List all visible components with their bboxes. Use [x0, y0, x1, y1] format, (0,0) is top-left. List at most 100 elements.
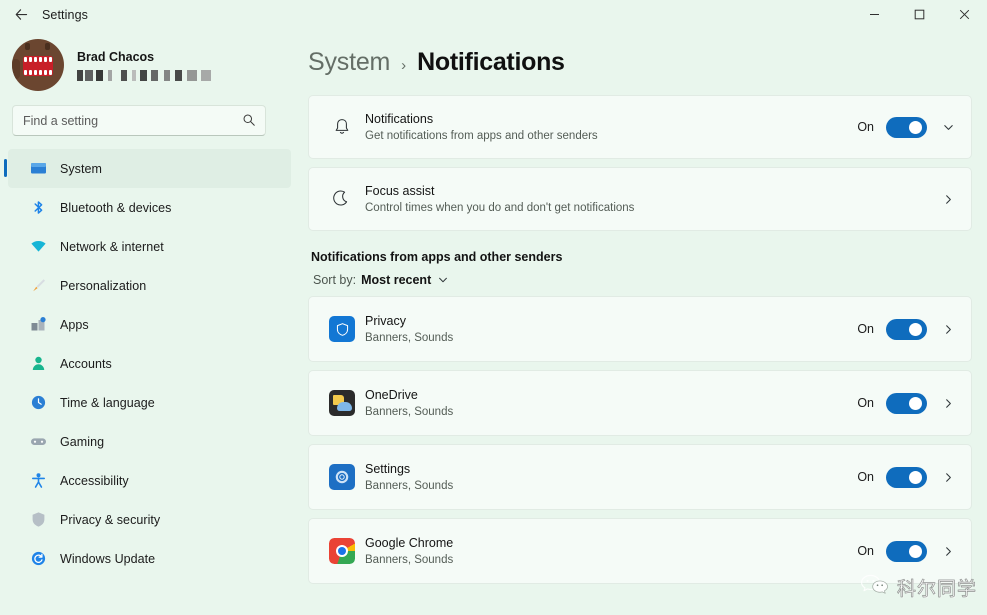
- wifi-icon: [30, 238, 47, 255]
- maximize-button[interactable]: [897, 0, 942, 29]
- account-email-redacted: [77, 70, 211, 81]
- chevron-right-icon[interactable]: [939, 323, 957, 336]
- app-row-privacy[interactable]: Privacy Banners, Sounds On: [308, 296, 972, 362]
- onedrive-icon: [325, 390, 359, 416]
- avatar-teeth-bottom: [24, 70, 52, 75]
- app-row-google-chrome[interactable]: Google Chrome Banners, Sounds On: [308, 518, 972, 584]
- minimize-button[interactable]: [852, 0, 897, 29]
- app-toggle[interactable]: [886, 393, 927, 414]
- sort-by-control[interactable]: Sort by: Most recent: [313, 273, 972, 287]
- sidebar: Brad Chacos: [0, 29, 300, 615]
- sidebar-item-privacy-security[interactable]: Privacy & security: [8, 500, 291, 539]
- app-detail: Banners, Sounds: [365, 553, 857, 568]
- person-icon: [30, 355, 47, 372]
- breadcrumb: System › Notifications: [308, 44, 972, 95]
- sidebar-item-accessibility[interactable]: Accessibility: [8, 461, 291, 500]
- window-controls: [852, 0, 987, 29]
- chevron-right-icon[interactable]: [939, 471, 957, 484]
- avatar: [12, 39, 64, 91]
- app-row-settings[interactable]: Settings Banners, Sounds On: [308, 444, 972, 510]
- app-detail: Banners, Sounds: [365, 331, 857, 346]
- sidebar-item-label: Network & internet: [60, 240, 164, 254]
- focus-assist-card[interactable]: Focus assist Control times when you do a…: [308, 167, 972, 231]
- account-block[interactable]: Brad Chacos: [0, 29, 291, 103]
- chevron-down-icon[interactable]: [436, 274, 450, 286]
- moon-icon: [325, 189, 359, 209]
- privacy-shield-icon: [325, 316, 359, 342]
- breadcrumb-root[interactable]: System: [308, 48, 390, 77]
- update-icon: [30, 550, 47, 567]
- app-row-controls: On: [857, 541, 957, 562]
- sidebar-item-label: Privacy & security: [60, 513, 160, 527]
- app-row-text: Settings Banners, Sounds: [359, 460, 857, 494]
- app-toggle[interactable]: [886, 467, 927, 488]
- app-detail: Banners, Sounds: [365, 405, 857, 420]
- card-subtitle: Get notifications from apps and other se…: [365, 129, 857, 144]
- sidebar-item-label: Time & language: [60, 396, 155, 410]
- app-row-controls: On: [857, 467, 957, 488]
- sidebar-item-time-language[interactable]: Time & language: [8, 383, 291, 422]
- chevron-right-icon[interactable]: [939, 545, 957, 558]
- notifications-toggle[interactable]: [886, 117, 927, 138]
- chevron-right-icon[interactable]: [939, 193, 957, 206]
- app-detail: Banners, Sounds: [365, 479, 857, 494]
- notifications-card-controls: On: [857, 117, 957, 138]
- status-badge: On: [857, 544, 874, 558]
- clock-icon: [30, 394, 47, 411]
- back-arrow-icon: [14, 7, 29, 22]
- monitor-icon: [30, 160, 47, 177]
- account-name: Brad Chacos: [77, 50, 211, 65]
- sidebar-item-label: Accounts: [60, 357, 112, 371]
- sidebar-item-windows-update[interactable]: Windows Update: [8, 539, 291, 578]
- sidebar-item-label: System: [60, 162, 102, 176]
- app-row-onedrive[interactable]: OneDrive Banners, Sounds On: [308, 370, 972, 436]
- close-button[interactable]: [942, 0, 987, 29]
- notifications-card[interactable]: Notifications Get notifications from app…: [308, 95, 972, 159]
- search-wrapper: [0, 103, 291, 136]
- window-body: Brad Chacos: [0, 29, 987, 615]
- sidebar-item-bluetooth-devices[interactable]: Bluetooth & devices: [8, 188, 291, 227]
- search-icon: [242, 113, 256, 132]
- apps-icon: [30, 316, 47, 333]
- bell-icon: [325, 117, 359, 137]
- avatar-teeth-top: [24, 57, 52, 62]
- sidebar-item-apps[interactable]: Apps: [8, 305, 291, 344]
- card-title: Notifications: [365, 112, 433, 126]
- back-button[interactable]: [4, 1, 38, 29]
- status-badge: On: [857, 396, 874, 410]
- app-row-text: OneDrive Banners, Sounds: [359, 386, 857, 420]
- account-text: Brad Chacos: [77, 50, 211, 81]
- accessibility-icon: [30, 472, 47, 489]
- sidebar-item-personalization[interactable]: Personalization: [8, 266, 291, 305]
- app-toggle[interactable]: [886, 541, 927, 562]
- sidebar-nav: System Bluetooth & devices: [0, 149, 291, 615]
- close-icon: [959, 9, 970, 20]
- sidebar-item-network-internet[interactable]: Network & internet: [8, 227, 291, 266]
- window-title: Settings: [42, 8, 88, 22]
- status-badge: On: [857, 322, 874, 336]
- sidebar-item-system[interactable]: System: [8, 149, 291, 188]
- app-row-controls: On: [857, 319, 957, 340]
- bluetooth-icon: [30, 199, 47, 216]
- sidebar-item-accounts[interactable]: Accounts: [8, 344, 291, 383]
- shield-icon: [30, 511, 47, 528]
- chevron-right-icon[interactable]: [939, 397, 957, 410]
- search-input[interactable]: [23, 114, 235, 128]
- title-bar: Settings: [0, 0, 987, 29]
- app-name: Privacy: [365, 314, 406, 328]
- sidebar-item-label: Apps: [60, 318, 89, 332]
- chevron-down-icon[interactable]: [939, 121, 957, 134]
- sidebar-item-gaming[interactable]: Gaming: [8, 422, 291, 461]
- sidebar-item-label: Personalization: [60, 279, 146, 293]
- app-name: OneDrive: [365, 388, 418, 402]
- focus-assist-card-controls: [939, 193, 957, 206]
- sort-by-label: Sort by:: [313, 273, 356, 287]
- breadcrumb-separator: ›: [401, 57, 406, 74]
- app-row-text: Google Chrome Banners, Sounds: [359, 534, 857, 568]
- search-box[interactable]: [12, 105, 266, 136]
- avatar-mouth: [23, 56, 53, 76]
- maximize-icon: [914, 9, 925, 20]
- chrome-icon: [325, 538, 359, 564]
- settings-window: Settings: [0, 0, 987, 615]
- app-toggle[interactable]: [886, 319, 927, 340]
